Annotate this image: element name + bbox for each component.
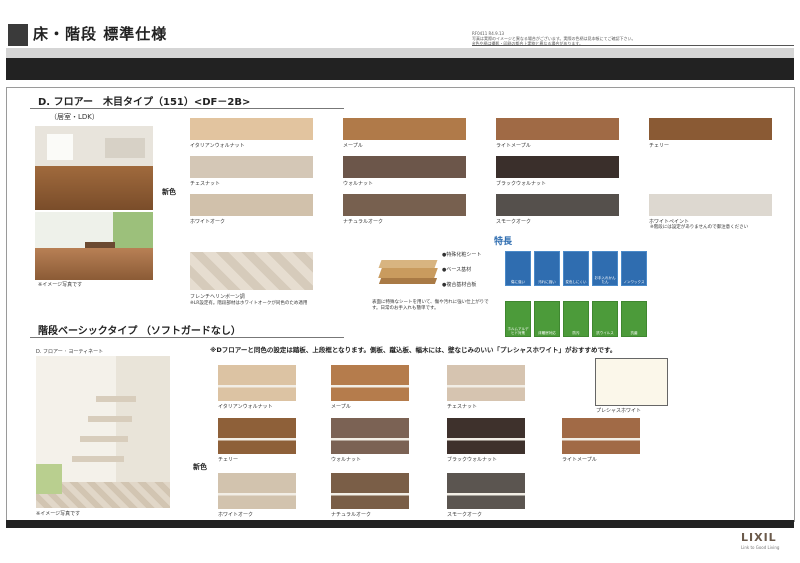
floor-swatch-label: ブラックウォルナット: [496, 181, 547, 187]
stairs-swatch-label: ライトメープル: [562, 457, 597, 463]
feature-icon-label: 変色しにくい: [565, 280, 587, 284]
stairs-swatch-label: スモークオーク: [447, 512, 483, 518]
lixil-logo: LIXIL: [741, 531, 777, 544]
room-caption: （居室・LDK）: [50, 113, 99, 121]
stairs-swatch: [447, 418, 525, 454]
layer-label: ●ベース基材: [442, 267, 472, 273]
floor-swatch: [343, 118, 466, 140]
floor-swatch: [343, 194, 466, 216]
stairs-swatch: [218, 418, 296, 454]
feature-icon: 傷に強い: [505, 251, 531, 286]
stairs-swatch: [447, 365, 525, 401]
black-band: [6, 58, 794, 80]
stairs-swatch: [331, 365, 409, 401]
stairs-swatch: [331, 473, 409, 509]
feature-icon-label: 床暖房対応: [538, 331, 556, 335]
floor-swatch: [190, 118, 313, 140]
layer-label: ●特殊化粧シート: [442, 252, 482, 258]
stairs-new-color-label: 新色: [193, 463, 207, 471]
features-title: 特長: [494, 237, 513, 247]
stairs-swatch: [562, 418, 640, 454]
room-photo-2: [35, 212, 153, 280]
floor-swatch: [343, 156, 466, 178]
feature-icon-label: 抗ウイルス: [596, 331, 614, 335]
header-notes: RF0411 R4.9.13 写真は実際のイメージと異なる場合がございます。実際…: [472, 31, 794, 46]
feature-icon-label: お手入れかんたん: [594, 276, 616, 284]
precious-white-label: プレシャスホワイト: [596, 408, 642, 414]
whitepaint-note: ※階段には設定がありませんので御注意ください: [650, 225, 749, 230]
feature-icon-label: 汚れに強い: [538, 280, 556, 284]
stairs-swatch-label: チェスナット: [447, 404, 478, 410]
stairs-swatch: [447, 473, 525, 509]
feature-icon-label: 防汚: [572, 331, 580, 335]
herringbone-note: ※LR設定有。階段部材はホワイトオークが同色のため適用: [190, 301, 308, 306]
layer-label: ●複合基材合板: [442, 282, 477, 288]
floor-swatch: [496, 194, 619, 216]
stairs-swatch: [218, 365, 296, 401]
floor-swatch: [190, 194, 313, 216]
floor-swatch-label: ナチュラルオーク: [343, 219, 384, 225]
stairs-note: ※Dフロアーと同色の設定は踏板、上段框となります。側板、蹴込板、幅木には、壁なじ…: [210, 346, 617, 354]
gray-band: [6, 48, 794, 58]
feature-icon-label: 傷に強い: [511, 280, 525, 284]
herringbone-label: フレンチヘリンボーン調: [190, 294, 245, 300]
feature-icon: 防汚: [563, 301, 589, 337]
page-title: 床・階段 標準仕様: [33, 25, 168, 43]
feature-icon: ノンワックス: [621, 251, 647, 286]
feature-icon: 変色しにくい: [563, 251, 589, 286]
feature-icon: お手入れかんたん: [592, 251, 618, 286]
header-rule: [472, 45, 794, 46]
herringbone-swatch: [190, 252, 313, 290]
floor-swatch-label: メープル: [343, 143, 363, 149]
title-marker: [8, 24, 28, 46]
layer-diagram: [378, 252, 440, 286]
floor-heading: D. フロアー 木目タイプ（151）<DF－2B>: [38, 97, 251, 108]
floor-swatch-label: チェスナット: [190, 181, 221, 187]
stairs-swatch-label: メープル: [331, 404, 351, 410]
stairs-heading-rule: [30, 337, 344, 338]
feature-icon-label: 抗菌: [630, 331, 638, 335]
stairs-swatch: [331, 418, 409, 454]
floor-swatch-label: ホワイトオーク: [190, 219, 226, 225]
features-description: 表面に特殊なシートを用いて、傷や汚れに強い仕上がりです。日常のお手入れも簡単です…: [372, 300, 489, 311]
stairs-photo: [36, 356, 170, 508]
floor-swatch: [190, 156, 313, 178]
feature-icon: 汚れに強い: [534, 251, 560, 286]
stairs-swatch-label: ブラックウォルナット: [447, 457, 498, 463]
room-photo-1: [35, 126, 153, 210]
stairs-heading: 階段ベーシックタイプ （ソフトガードなし）: [38, 326, 241, 337]
floor-new-color-label: 新色: [162, 188, 176, 196]
stairs-swatch-label: ナチュラルオーク: [331, 512, 372, 518]
floor-swatch-label: チェリー: [649, 143, 670, 149]
floor-swatch: [496, 118, 619, 140]
floor-swatch-label: ウォルナット: [343, 181, 374, 187]
stairs-swatch-label: ホワイトオーク: [218, 512, 254, 518]
feature-icon-label: ノンワックス: [623, 280, 645, 284]
floor-swatch: [649, 118, 772, 140]
stairs-swatch: [218, 473, 296, 509]
feature-icon: 抗ウイルス: [592, 301, 618, 337]
feature-icon-label: ホルムアルデヒド対策: [507, 327, 529, 335]
floor-swatch: [496, 156, 619, 178]
stairs-photo-caption: ※イメージ写真です: [36, 511, 81, 517]
precious-white-swatch: [595, 358, 668, 406]
floor-swatch: [649, 194, 772, 216]
floor-swatch-label: スモークオーク: [496, 219, 532, 225]
floor-swatch-label: イタリアンウォルナット: [190, 143, 245, 149]
floor-swatch-label: ライトメープル: [496, 143, 531, 149]
footer-band: [6, 520, 794, 528]
feature-icon: 床暖房対応: [534, 301, 560, 337]
stairs-swatch-label: チェリー: [218, 457, 239, 463]
stairs-photo-title: D. フロアー ･ ヨーティネート: [36, 349, 104, 355]
feature-icon: ホルムアルデヒド対策: [505, 301, 531, 337]
floor-photo-caption: ※イメージ写真です: [38, 282, 83, 288]
stairs-swatch-label: イタリアンウォルナット: [218, 404, 273, 410]
stairs-swatch-label: ウォルナット: [331, 457, 362, 463]
lixil-tagline: Link to Good Living: [741, 545, 780, 550]
feature-icon: 抗菌: [621, 301, 647, 337]
floor-heading-rule: [30, 108, 344, 109]
